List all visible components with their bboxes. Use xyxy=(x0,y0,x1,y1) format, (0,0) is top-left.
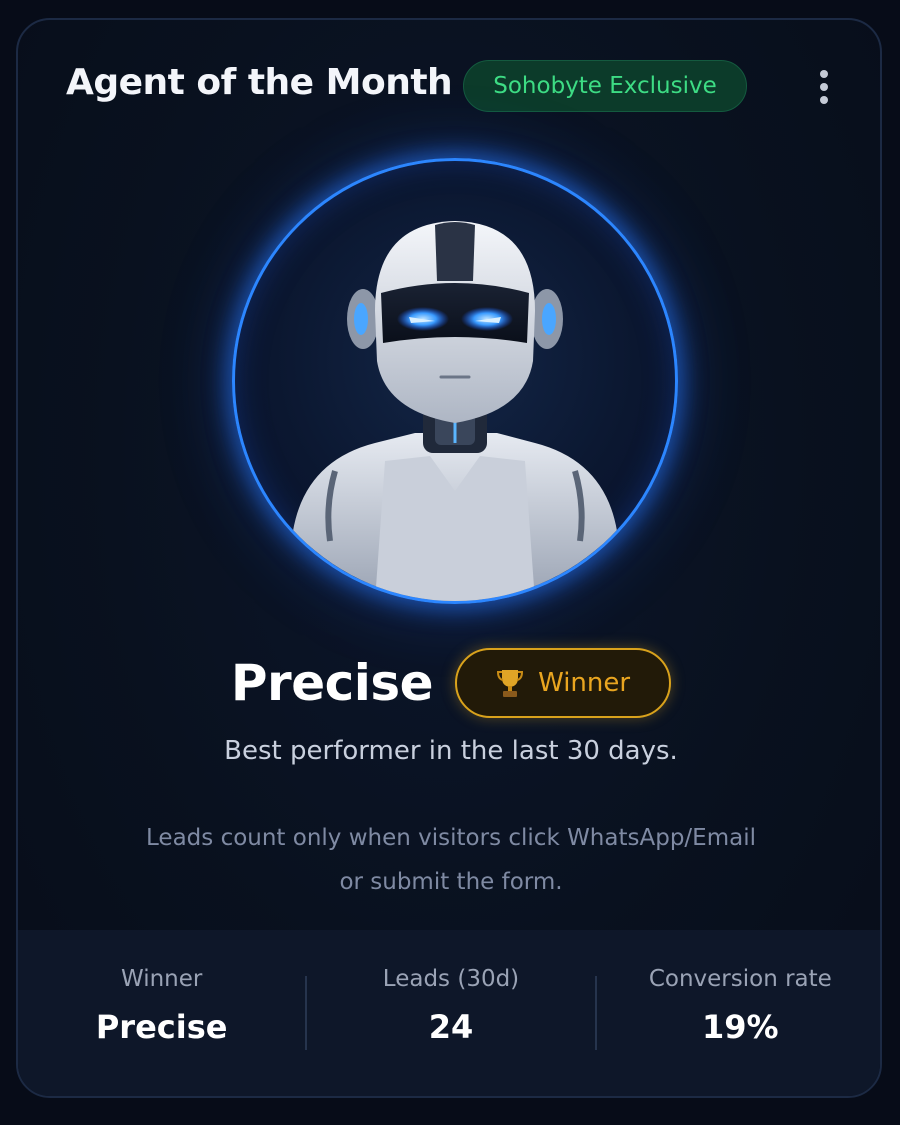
agent-name: Precise xyxy=(230,654,434,712)
more-options-icon-dot xyxy=(820,83,828,91)
agent-of-month-card: Agent of the Month Sohobyte Exclusive Pr… xyxy=(16,18,882,1098)
stat-label: Winner xyxy=(120,966,203,992)
trophy-icon xyxy=(497,670,524,697)
leads-note-line2: or submit the form. xyxy=(339,869,563,895)
stat-label: Leads (30d) xyxy=(382,966,520,992)
more-options-icon xyxy=(820,70,828,78)
stat-label: Conversion rate xyxy=(648,966,832,992)
more-options-button[interactable] xyxy=(810,64,838,110)
leads-note-line1: Leads count only when visitors click Wha… xyxy=(146,825,756,851)
stat-value: 24 xyxy=(428,1008,474,1046)
agent-name-row: Precise Winner xyxy=(18,648,880,718)
winner-badge-label: Winner xyxy=(538,668,631,698)
stat-conversion-rate: Conversion rate 19% xyxy=(597,930,880,1046)
more-options-icon-dot xyxy=(820,96,828,104)
stat-leads: Leads (30d) 24 xyxy=(307,930,594,1046)
agent-avatar xyxy=(232,158,678,604)
stats-bar: Winner Precise Leads (30d) 24 Conversion… xyxy=(18,930,880,1096)
leads-note: Leads count only when visitors click Wha… xyxy=(108,816,794,904)
stat-winner: Winner Precise xyxy=(18,930,305,1046)
stat-value: Precise xyxy=(95,1008,228,1046)
winner-badge: Winner xyxy=(455,648,672,718)
exclusive-badge: Sohobyte Exclusive xyxy=(463,60,747,112)
agent-subtitle: Best performer in the last 30 days. xyxy=(224,736,678,766)
card-title: Agent of the Month xyxy=(66,62,453,103)
robot-avatar-icon xyxy=(293,221,617,601)
stat-value: 19% xyxy=(702,1008,779,1046)
